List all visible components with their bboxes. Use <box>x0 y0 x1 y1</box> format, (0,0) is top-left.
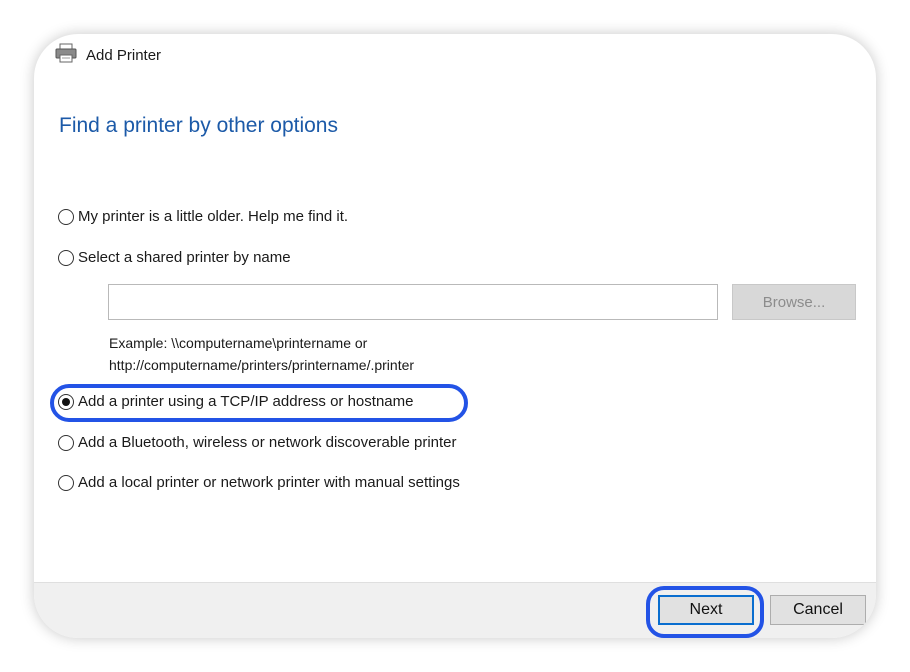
option-label: My printer is a little older. Help me fi… <box>78 208 349 225</box>
option-bluetooth-wireless[interactable]: Add a Bluetooth, wireless or network dis… <box>58 434 457 451</box>
window-title: Add Printer <box>86 46 162 64</box>
option-local-manual[interactable]: Add a local printer or network printer w… <box>58 474 460 491</box>
shared-printer-example: Example: \\computername\printername or h… <box>109 332 414 376</box>
radio-button[interactable] <box>58 474 74 491</box>
option-older-printer[interactable]: My printer is a little older. Help me fi… <box>58 208 348 225</box>
option-shared-printer[interactable]: Select a shared printer by name <box>58 249 291 266</box>
radio-button[interactable] <box>58 208 74 225</box>
option-label: Add a printer using a TCP/IP address or … <box>78 393 414 410</box>
next-button[interactable]: Next <box>658 595 754 625</box>
title-bar: Add Printer <box>54 43 162 67</box>
radio-button-selected[interactable] <box>58 393 74 410</box>
printer-icon <box>54 43 78 67</box>
example-line-2: http://computername/printers/printername… <box>109 357 415 373</box>
browse-button[interactable]: Browse... <box>732 284 856 320</box>
shared-printer-name-input[interactable] <box>108 284 718 320</box>
option-label: Add a local printer or network printer w… <box>78 474 460 491</box>
cancel-button[interactable]: Cancel <box>770 595 866 625</box>
add-printer-dialog: Add Printer Find a printer by other opti… <box>34 34 876 638</box>
example-line-1: Example: \\computername\printername or <box>109 335 368 351</box>
radio-button[interactable] <box>58 249 74 266</box>
option-label: Select a shared printer by name <box>78 249 291 266</box>
option-tcp-ip[interactable]: Add a printer using a TCP/IP address or … <box>58 393 413 410</box>
option-label: Add a Bluetooth, wireless or network dis… <box>78 434 457 451</box>
dialog-footer: Next Cancel <box>34 582 876 638</box>
page-heading: Find a printer by other options <box>59 114 338 137</box>
radio-button[interactable] <box>58 434 74 451</box>
